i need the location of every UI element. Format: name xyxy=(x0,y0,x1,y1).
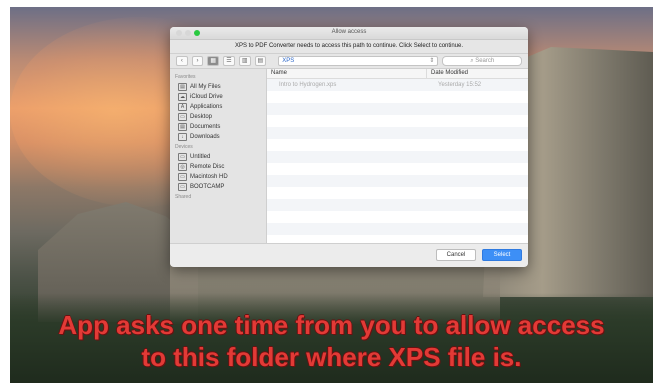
allow-access-dialog: Allow access XPS to PDF Converter needs … xyxy=(170,27,528,267)
sidebar-item-label: Remote Disc xyxy=(190,164,225,170)
icon-view-button[interactable]: ▦ xyxy=(207,56,220,66)
arrange-button[interactable]: ▤ xyxy=(254,56,267,66)
favorites-header: Favorites xyxy=(175,74,196,80)
sidebar-item-label: iCloud Drive xyxy=(190,94,223,100)
empty-row xyxy=(267,103,528,115)
applications-icon: A xyxy=(178,103,187,111)
empty-row xyxy=(267,151,528,163)
sidebar-item-icloud-drive[interactable]: ☁ iCloud Drive xyxy=(170,92,266,102)
search-input[interactable]: ⌕ Search xyxy=(442,56,523,66)
select-button[interactable]: Select xyxy=(482,249,522,261)
sidebar-item-label: Untitled xyxy=(190,154,211,160)
caption-line-2: to this folder where XPS file is. xyxy=(141,342,522,372)
sidebar-item-documents[interactable]: ▤ Documents xyxy=(170,122,266,132)
sidebar-item-all-my-files[interactable]: ▤ All My Files xyxy=(170,82,266,92)
sidebar-item-applications[interactable]: A Applications xyxy=(170,102,266,112)
sidebar-item-downloads[interactable]: ↓ Downloads xyxy=(170,132,266,142)
dialog-footer: Cancel Select xyxy=(170,243,528,266)
documents-icon: ▤ xyxy=(178,123,187,131)
back-button[interactable]: ‹ xyxy=(176,56,188,66)
sidebar-item-label: Documents xyxy=(190,124,221,130)
sidebar-item-label: All My Files xyxy=(190,84,221,90)
empty-row xyxy=(267,115,528,127)
file-date: Yesterday 15:52 xyxy=(438,82,482,88)
shared-header: Shared xyxy=(175,194,192,200)
drive-icon: ▭ xyxy=(178,183,187,191)
devices-header: Devices xyxy=(175,144,193,150)
file-rows: Intro to Hydrogen.xps Yesterday 15:52 xyxy=(267,79,528,235)
list-view-button[interactable]: ☰ xyxy=(223,56,235,66)
file-list: Name Date Modified Intro to Hydrogen.xps… xyxy=(267,69,528,243)
location-popup[interactable]: XPS ⇕ xyxy=(278,56,439,66)
chevron-updown-icon: ⇕ xyxy=(429,58,435,64)
sidebar-item-label: Downloads xyxy=(190,134,220,140)
sidebar-item-bootcamp[interactable]: ▭ BOOTCAMP xyxy=(170,182,266,192)
empty-row xyxy=(267,175,528,187)
cancel-button[interactable]: Cancel xyxy=(436,249,476,261)
sidebar-item-desktop[interactable]: ▭ Desktop xyxy=(170,112,266,122)
access-message: XPS to PDF Converter needs to access thi… xyxy=(170,40,528,54)
empty-row xyxy=(267,163,528,175)
desktop-icon: ▭ xyxy=(178,113,187,121)
date-column-header[interactable]: Date Modified xyxy=(427,69,468,78)
empty-row xyxy=(267,127,528,139)
empty-row xyxy=(267,187,528,199)
sidebar-item-macintosh-hd[interactable]: ▭ Macintosh HD xyxy=(170,172,266,182)
empty-row xyxy=(267,139,528,151)
sidebar-item-untitled[interactable]: ▭ Untitled xyxy=(170,152,266,162)
all-files-icon: ▤ xyxy=(178,83,187,91)
table-row[interactable]: Intro to Hydrogen.xps Yesterday 15:52 xyxy=(267,79,528,91)
sidebar-item-label: Desktop xyxy=(190,114,213,120)
name-column-header[interactable]: Name xyxy=(267,69,427,78)
forward-button[interactable]: › xyxy=(191,56,204,66)
cloud-icon: ☁ xyxy=(178,93,187,101)
browser-body: Favorites ▤ All My Files ☁ iCloud Drive AA… xyxy=(170,69,528,243)
location-label: XPS xyxy=(282,58,295,64)
sidebar-item-remote-disc[interactable]: ◎ Remote Disc xyxy=(170,162,266,172)
sidebar-item-label: BOOTCAMP xyxy=(190,184,225,190)
sidebar-item-label: Macintosh HD xyxy=(190,174,228,180)
file-name: Intro to Hydrogen.xps xyxy=(279,82,337,88)
dialog-title: Allow access xyxy=(331,29,367,35)
title-bar: Allow access xyxy=(170,27,528,40)
empty-row xyxy=(267,223,528,235)
empty-row xyxy=(267,211,528,223)
search-placeholder: Search xyxy=(475,58,495,64)
disc-icon: ◎ xyxy=(178,163,187,171)
empty-row xyxy=(267,199,528,211)
caption-line-1: App asks one time from you to allow acce… xyxy=(58,310,605,340)
column-header: Name Date Modified xyxy=(267,69,528,79)
toolbar: ‹ › ▦ ☰ ▥ ▤ XPS ⇕ ⌕ Search xyxy=(170,54,528,69)
column-view-button[interactable]: ▥ xyxy=(238,56,251,66)
downloads-icon: ↓ xyxy=(178,133,187,141)
empty-row xyxy=(267,91,528,103)
sidebar: Favorites ▤ All My Files ☁ iCloud Drive AA… xyxy=(170,69,267,243)
drive-icon: ▭ xyxy=(178,173,187,181)
sidebar-item-label: Applications xyxy=(190,104,223,110)
drive-icon: ▭ xyxy=(178,153,187,161)
